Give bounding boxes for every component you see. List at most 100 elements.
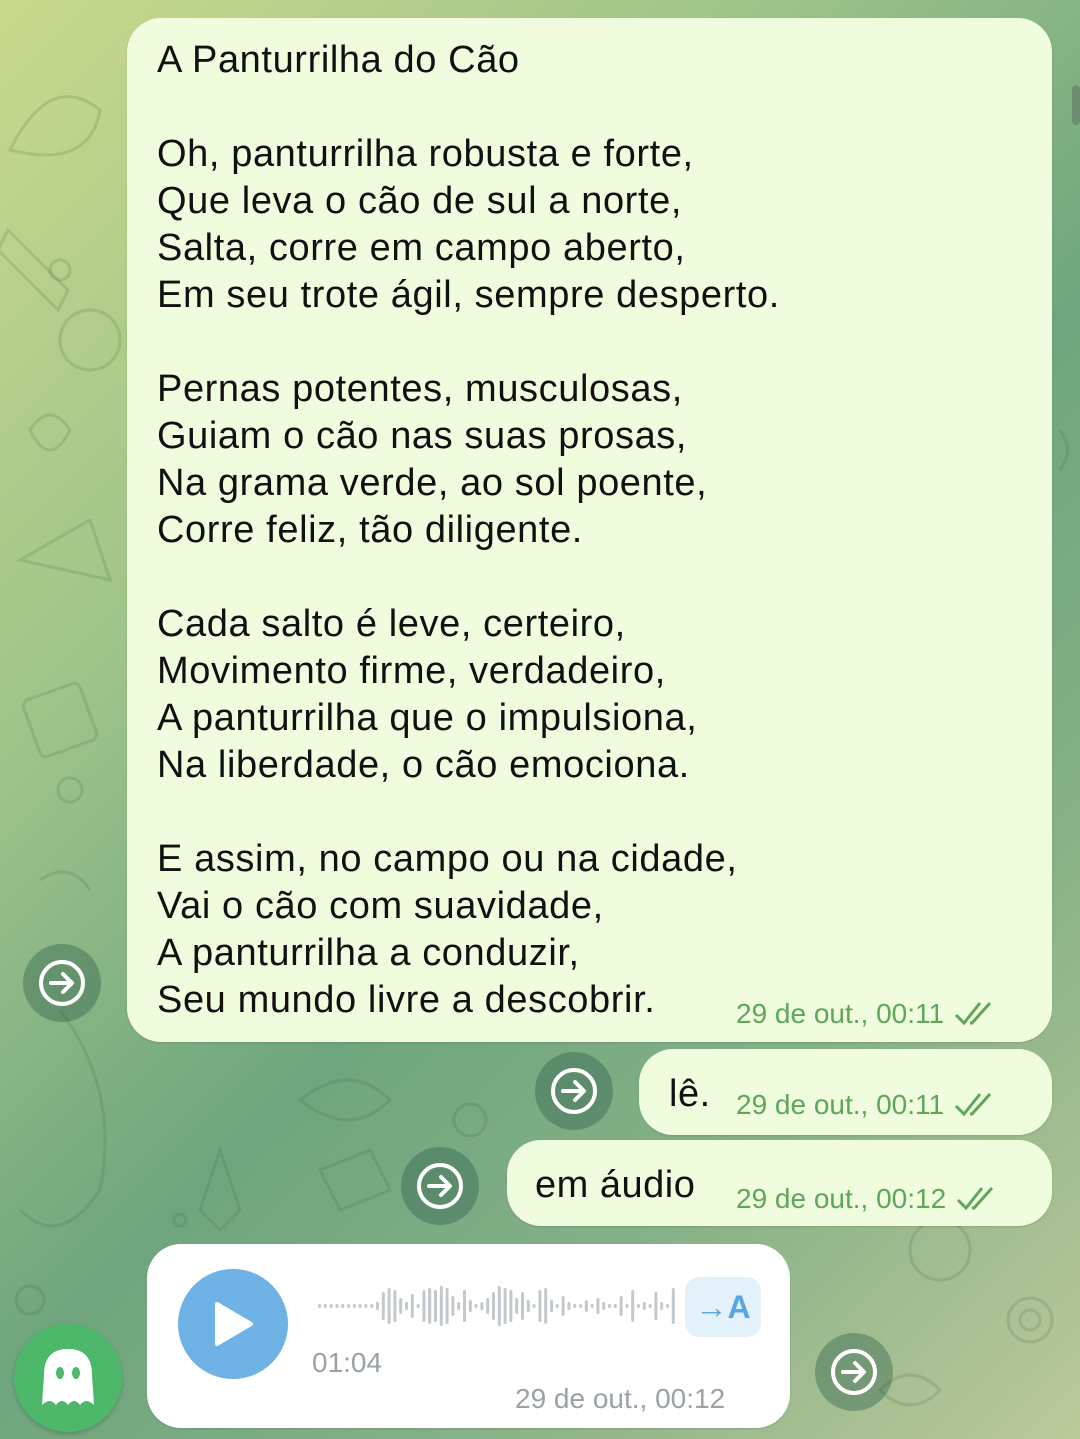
waveform-bar xyxy=(497,1286,501,1326)
waveform-bar xyxy=(631,1290,635,1322)
waveform-bar xyxy=(341,1304,345,1308)
waveform-bar xyxy=(642,1302,646,1310)
message-time: 29 de out., 00:12 xyxy=(736,1183,947,1214)
ghost-mode-button[interactable] xyxy=(14,1324,122,1432)
waveform-bar xyxy=(584,1300,588,1312)
double-check-icon xyxy=(955,1092,992,1117)
waveform-bar xyxy=(608,1304,611,1308)
double-check-icon xyxy=(957,1186,994,1211)
scrollbar[interactable] xyxy=(1072,85,1080,125)
forward-arrow-icon xyxy=(39,960,85,1006)
waveform-bar xyxy=(451,1296,455,1316)
waveform-bar xyxy=(573,1304,577,1308)
waveform-bar xyxy=(538,1290,542,1322)
poem-line: Na liberdade, o cão emociona. xyxy=(157,744,690,786)
forward-arrow-icon xyxy=(417,1163,463,1209)
waveform-bar xyxy=(486,1298,490,1314)
poem-line: Oh, panturrilha robusta e forte, xyxy=(157,133,694,175)
poem-text: A Panturrilha do Cão Oh, panturrilha robu… xyxy=(157,37,1037,1024)
waveform-bar xyxy=(567,1302,571,1310)
poem-line: Na grama verde, ao sol poente, xyxy=(157,462,708,504)
poem-title: A Panturrilha do Cão xyxy=(157,39,520,81)
message-time: 29 de out., 00:11 xyxy=(736,998,945,1029)
poem-line: Vai o cão com suavidade, xyxy=(157,885,604,927)
poem-line xyxy=(157,554,1037,601)
waveform-bar xyxy=(405,1302,408,1310)
waveform-bar xyxy=(671,1288,675,1324)
waveform-bar xyxy=(509,1290,513,1322)
waveform-bar xyxy=(602,1302,606,1310)
waveform-bar xyxy=(555,1304,559,1308)
poem-line: A panturrilha que o impulsiona, xyxy=(157,697,698,739)
voice-waveform[interactable] xyxy=(318,1286,678,1326)
waveform-bar xyxy=(492,1292,495,1320)
play-button[interactable] xyxy=(178,1269,288,1379)
waveform-bar xyxy=(550,1300,553,1312)
voice-message-meta: 29 de out., 00:12 xyxy=(515,1383,725,1415)
poem-line xyxy=(157,84,1037,131)
poem-message-meta: 29 de out., 00:11 xyxy=(736,998,996,1030)
waveform-bar xyxy=(637,1304,640,1308)
ghost-icon xyxy=(42,1349,94,1405)
waveform-bar xyxy=(352,1304,356,1308)
transcribe-button[interactable]: →A xyxy=(685,1277,761,1337)
poem-line: Salta, corre em campo aberto, xyxy=(157,227,686,269)
waveform-bar xyxy=(410,1294,414,1318)
waveform-bar xyxy=(434,1290,437,1322)
waveform-bar xyxy=(387,1288,391,1324)
poem-line: Corre feliz, tão diligente. xyxy=(157,509,583,551)
forward-button[interactable] xyxy=(23,944,101,1022)
poem-line xyxy=(157,789,1037,836)
poem-line: Guiam o cão nas suas prosas, xyxy=(157,415,688,457)
waveform-bar xyxy=(468,1300,472,1312)
waveform-bar xyxy=(654,1292,658,1320)
poem-line: Cada salto é leve, certeiro, xyxy=(157,603,626,645)
poem-line: E assim, no campo ou na cidade, xyxy=(157,838,738,880)
poem-line: Que leva o cão de sul a norte, xyxy=(157,180,682,222)
waveform-bar xyxy=(318,1304,321,1308)
waveform-bar xyxy=(358,1304,362,1308)
waveform-bar xyxy=(579,1304,582,1308)
waveform-bar xyxy=(463,1290,466,1322)
poem-line: Pernas potentes, musculosas, xyxy=(157,368,683,410)
waveform-bar xyxy=(323,1304,327,1308)
voice-duration: 01:04 xyxy=(312,1347,383,1378)
waveform-bar xyxy=(480,1302,484,1310)
forward-button[interactable] xyxy=(535,1052,613,1130)
waveform-bar xyxy=(660,1302,664,1310)
poem-line: A panturrilha a conduzir, xyxy=(157,932,580,974)
waveform-bar xyxy=(613,1304,617,1308)
waveform-bar xyxy=(532,1304,536,1308)
waveform-bar xyxy=(381,1292,385,1320)
waveform-bar xyxy=(445,1288,449,1324)
message-meta: 29 de out., 00:12 xyxy=(736,1183,998,1215)
waveform-bar xyxy=(347,1304,350,1308)
forward-arrow-icon xyxy=(831,1349,877,1395)
poem-line xyxy=(157,319,1037,366)
waveform-bar xyxy=(376,1302,379,1310)
waveform-bar xyxy=(590,1304,594,1308)
waveform-bar xyxy=(422,1290,426,1322)
waveform-bar xyxy=(515,1298,519,1314)
waveform-bar xyxy=(416,1304,420,1308)
waveform-bar xyxy=(526,1300,530,1312)
waveform-bar xyxy=(457,1302,461,1310)
waveform-bar xyxy=(561,1296,565,1316)
waveform-bar xyxy=(596,1298,600,1314)
waveform-bar xyxy=(648,1304,652,1308)
waveform-bar xyxy=(393,1290,397,1322)
message-text: lê. xyxy=(669,1073,711,1115)
waveform-bar xyxy=(503,1288,507,1324)
message-time: 29 de out., 00:12 xyxy=(515,1383,726,1414)
message-time: 29 de out., 00:11 xyxy=(736,1089,945,1120)
double-check-icon xyxy=(955,1001,992,1026)
waveform-bar xyxy=(428,1288,432,1324)
waveform-bar xyxy=(329,1304,333,1308)
forward-button[interactable] xyxy=(401,1147,479,1225)
waveform-bar xyxy=(370,1304,374,1308)
waveform-bar xyxy=(521,1292,524,1320)
forward-button[interactable] xyxy=(815,1333,893,1411)
waveform-bar xyxy=(399,1298,403,1314)
waveform-bar xyxy=(619,1296,623,1316)
play-icon xyxy=(215,1302,253,1346)
